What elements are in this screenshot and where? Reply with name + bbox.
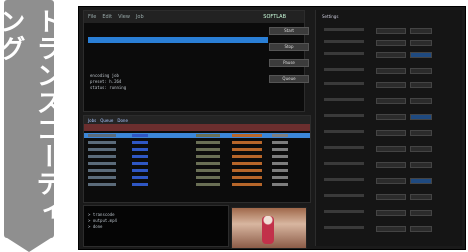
log-line: status: running xyxy=(90,85,127,90)
output-line: > done xyxy=(88,224,103,229)
settings-row[interactable] xyxy=(324,82,456,88)
toolbar-item-job[interactable]: Job xyxy=(136,14,144,20)
output-log: > transcode > output.mp4 > done xyxy=(88,212,218,230)
table-row[interactable] xyxy=(84,168,310,173)
stop-button[interactable]: Stop xyxy=(269,43,309,51)
settings-header: Settings xyxy=(322,14,339,19)
preview-figure xyxy=(262,216,274,244)
table-row[interactable] xyxy=(84,182,310,187)
settings-row[interactable] xyxy=(324,194,456,200)
table-row[interactable] xyxy=(84,147,310,152)
output-console: > transcode > output.mp4 > done xyxy=(83,205,229,247)
toolbar-item-view[interactable]: View xyxy=(118,14,130,20)
table-tabs: Jobs Queue Done xyxy=(84,116,310,124)
pause-button[interactable]: Pause xyxy=(269,59,309,67)
video-preview[interactable] xyxy=(231,207,307,249)
tab-done[interactable]: Done xyxy=(117,118,128,123)
start-button[interactable]: Start xyxy=(269,27,309,35)
app-screenshot: File Edit View Job SOFTLAB encoding job … xyxy=(78,6,466,250)
settings-panel: Settings xyxy=(315,10,462,246)
control-buttons: Start Stop Pause Queue xyxy=(269,27,309,91)
table-row[interactable] xyxy=(84,161,310,166)
job-table-panel: Jobs Queue Done xyxy=(83,115,311,203)
table-row[interactable] xyxy=(84,154,310,159)
table-row[interactable] xyxy=(84,175,310,180)
queue-button[interactable]: Queue xyxy=(269,75,309,83)
settings-row[interactable] xyxy=(324,162,456,168)
settings-row[interactable] xyxy=(324,28,456,34)
settings-row[interactable] xyxy=(324,98,456,104)
settings-row[interactable] xyxy=(324,130,456,136)
settings-row[interactable] xyxy=(324,210,456,216)
tab-jobs[interactable]: Jobs xyxy=(88,118,96,123)
console-log: encoding job preset: h.264 status: runni… xyxy=(90,73,250,91)
selected-row[interactable] xyxy=(88,37,268,43)
settings-row[interactable] xyxy=(324,40,456,46)
settings-row[interactable] xyxy=(324,178,456,184)
window-title: SOFTLAB xyxy=(263,14,286,20)
table-row[interactable] xyxy=(84,133,310,138)
table-header xyxy=(84,124,310,131)
side-label-text: トランスコーディング xyxy=(0,8,62,224)
side-label-tab: トランスコーディング xyxy=(0,0,62,238)
settings-row[interactable] xyxy=(324,114,456,120)
side-label-arrow xyxy=(4,236,54,252)
settings-row[interactable] xyxy=(324,52,456,58)
settings-row[interactable] xyxy=(324,226,456,232)
toolbar-item-file[interactable]: File xyxy=(88,14,96,20)
settings-row[interactable] xyxy=(324,68,456,74)
settings-row[interactable] xyxy=(324,146,456,152)
tab-queue[interactable]: Queue xyxy=(100,118,113,123)
table-row[interactable] xyxy=(84,140,310,145)
toolbar-item-edit[interactable]: Edit xyxy=(102,14,112,20)
